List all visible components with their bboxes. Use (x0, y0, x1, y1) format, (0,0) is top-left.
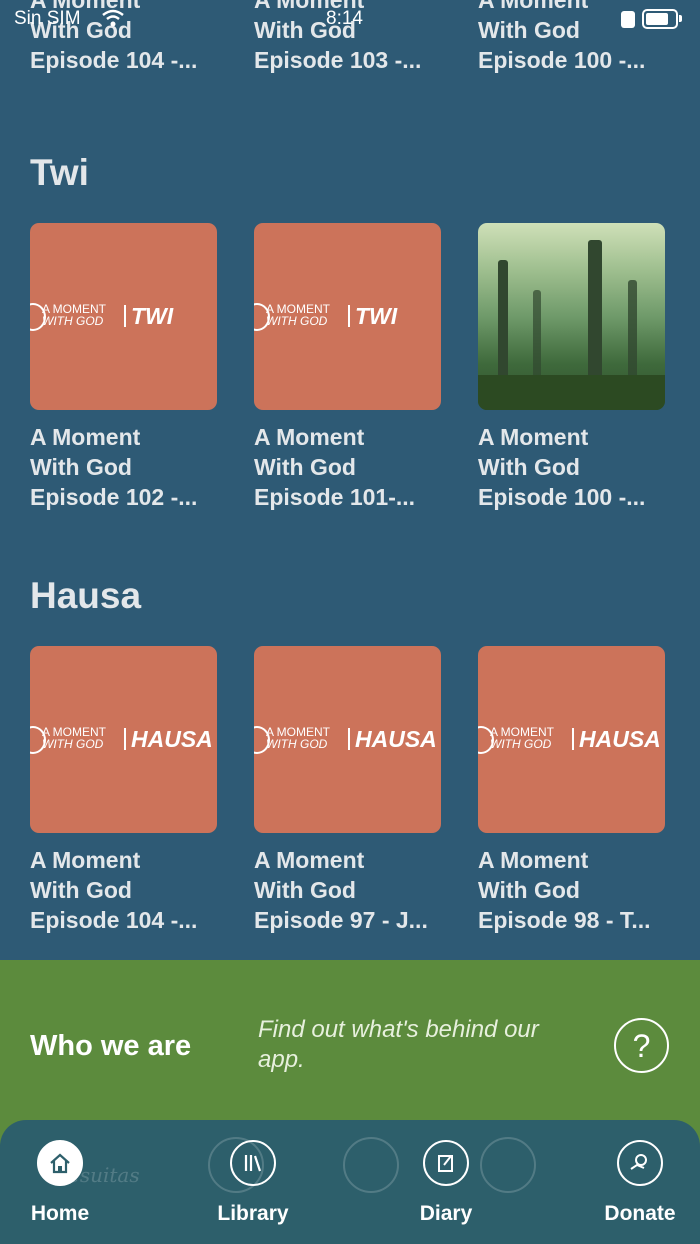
episode-caption: A Moment With God Episode 97 - J... (254, 847, 428, 933)
moment-with-god-logo: A MOMENT WITH GOD TWI (30, 303, 217, 333)
episode-thumbnail: A MOMENT WITH GOD TWI (30, 223, 217, 410)
library-icon (230, 1140, 276, 1186)
moment-with-god-logo: A MOMENT WITH GOD HAUSA (478, 726, 665, 756)
episode-caption: A Moment With God Episode 98 - T... (478, 847, 651, 933)
wifi-icon (102, 9, 124, 27)
episode-card[interactable]: A MOMENT WITH GOD TWI A Moment With God … (254, 223, 441, 512)
episode-thumbnail: A MOMENT WITH GOD TWI (254, 223, 441, 410)
carrier-label: Sin SIM (14, 8, 81, 29)
status-bar: Sin SIM 8:14 (0, 0, 700, 36)
tab-library[interactable]: Library (193, 1140, 313, 1226)
tab-label: Home (30, 1202, 90, 1225)
help-circle-icon[interactable]: ? (614, 1018, 669, 1073)
episode-thumbnail: A MOMENT WITH GOD HAUSA (254, 646, 441, 833)
episode-card[interactable]: A MOMENT WITH GOD HAUSA A Moment With Go… (30, 646, 217, 935)
moment-with-god-logo: A MOMENT WITH GOD HAUSA (254, 726, 441, 756)
episode-thumbnail: A MOMENT WITH GOD HAUSA (478, 646, 665, 833)
episode-caption: A Moment With God Episode 104 -... (30, 847, 198, 933)
tab-diary[interactable]: Diary (386, 1140, 506, 1226)
who-we-are-description: Find out what's behind our app. (258, 1016, 539, 1073)
episode-card[interactable]: A Moment With God Episode 100 -... (478, 223, 665, 512)
episode-caption: A Moment With God Episode 101-... (254, 424, 416, 510)
moment-with-god-logo: A MOMENT WITH GOD HAUSA (30, 726, 217, 756)
section-title-twi: Twi (30, 152, 89, 193)
episode-card[interactable]: A MOMENT WITH GOD TWI A Moment With God … (30, 223, 217, 512)
episode-card[interactable]: A MOMENT WITH GOD HAUSA A Moment With Go… (478, 646, 665, 935)
clock: 8:14 (326, 8, 363, 29)
tab-home[interactable]: Home (0, 1140, 120, 1226)
moment-with-god-logo: A MOMENT WITH GOD TWI (254, 303, 441, 333)
forest-photo (478, 223, 665, 410)
donate-icon (617, 1140, 663, 1186)
tab-donate[interactable]: Donate (580, 1140, 700, 1226)
episode-caption: A Moment With God Episode 100 -... (478, 424, 646, 510)
tab-label: Donate (604, 1202, 676, 1225)
tab-label: Library (217, 1202, 289, 1225)
battery-icon (642, 9, 682, 29)
tab-label: Diary (419, 1202, 473, 1225)
episode-card[interactable]: A MOMENT WITH GOD HAUSA A Moment With Go… (254, 646, 441, 935)
episode-caption: A Moment With God Episode 102 -... (30, 424, 198, 510)
diary-icon (423, 1140, 469, 1186)
who-we-are-title: Who we are (30, 1030, 192, 1062)
section-title-hausa: Hausa (30, 575, 142, 616)
home-icon (37, 1140, 83, 1186)
episode-thumbnail: A MOMENT WITH GOD HAUSA (30, 646, 217, 833)
orientation-lock-icon (621, 11, 635, 28)
